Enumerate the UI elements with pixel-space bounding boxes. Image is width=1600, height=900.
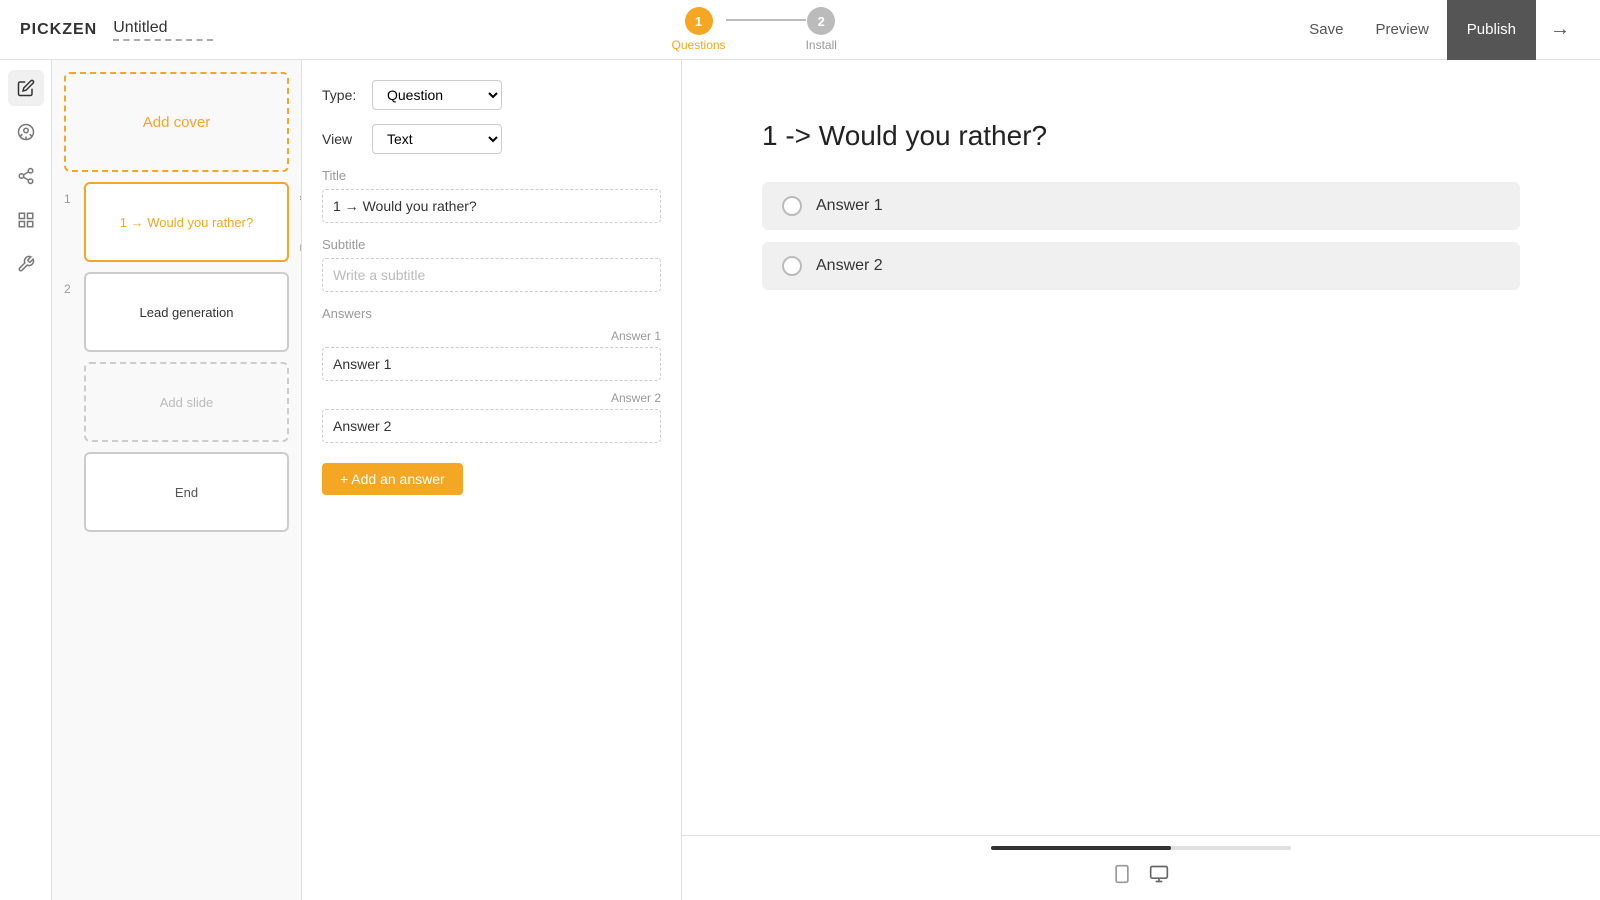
save-button[interactable]: Save <box>1295 15 1357 44</box>
editor-panel: Type: Question Lead form Result View Tex… <box>302 60 682 900</box>
slide1-number: 1 <box>64 182 78 206</box>
left-toolbar <box>0 60 52 900</box>
add-cover-button[interactable]: Add cover <box>64 72 289 172</box>
preview-answer1[interactable]: Answer 1 <box>762 182 1520 230</box>
answer2-label: Answer 2 <box>322 391 661 405</box>
step1-circle: 1 <box>685 7 713 35</box>
edit-icon[interactable] <box>8 70 44 106</box>
step-install[interactable]: 2 Install <box>806 7 837 52</box>
answer1-input[interactable] <box>322 347 661 381</box>
mobile-icon[interactable] <box>1112 864 1132 890</box>
share-icon[interactable] <box>8 158 44 194</box>
wrench-icon[interactable] <box>8 246 44 282</box>
end-slide[interactable]: End <box>84 452 289 532</box>
subtitle-section: Subtitle <box>322 237 661 292</box>
title-field-label: Title <box>322 168 661 183</box>
add-answer-button[interactable]: + Add an answer <box>322 463 463 495</box>
title-section: Title <box>322 168 661 223</box>
slide2-wrapper: 2 Lead generation <box>64 272 289 352</box>
answers-section: Answers Answer 1 Answer 2 + Add an answe… <box>322 306 661 495</box>
view-label: View <box>322 131 362 147</box>
type-row: Type: Question Lead form Result <box>322 80 661 110</box>
type-label: Type: <box>322 87 362 103</box>
preview-radio1 <box>782 196 802 216</box>
subtitle-input[interactable] <box>322 258 661 292</box>
subtitle-field-label: Subtitle <box>322 237 661 252</box>
slide2-text: Lead generation <box>140 305 234 320</box>
answer2-group: Answer 2 <box>322 391 661 443</box>
header: PICKZEN Untitled 1 Questions 2 Install S… <box>0 0 1600 60</box>
export-button[interactable]: → <box>1540 12 1580 47</box>
preview-answer1-text: Answer 1 <box>816 197 883 215</box>
preview-button[interactable]: Preview <box>1361 15 1442 44</box>
slide1-item[interactable]: 1 → Would you rather? ⚙ ✕ ⧉ <box>84 182 289 262</box>
view-row: View Text Image Button <box>322 124 661 154</box>
progress-track <box>991 846 1291 850</box>
preview-answer2-text: Answer 2 <box>816 257 883 275</box>
logo: PICKZEN <box>20 21 97 39</box>
answer2-input[interactable] <box>322 409 661 443</box>
type-select[interactable]: Question Lead form Result <box>372 80 502 110</box>
slide1-text: 1 → Would you rather? <box>120 215 253 230</box>
preview-question-title: 1 -> Would you rather? <box>762 120 1520 152</box>
header-actions: Save Preview Publish → <box>1295 0 1580 60</box>
grid-icon[interactable] <box>8 202 44 238</box>
answer1-label: Answer 1 <box>322 329 661 343</box>
slide1-wrapper: 1 1 → Would you rather? ⚙ ✕ ⧉ <box>64 182 289 262</box>
progress-bar <box>991 846 1291 850</box>
preview-footer <box>682 835 1600 900</box>
step-questions[interactable]: 1 Questions <box>672 7 726 52</box>
add-slide-button[interactable]: Add slide <box>84 362 289 442</box>
device-switcher <box>1112 864 1170 890</box>
preview-content: 1 -> Would you rather? Answer 1 Answer 2 <box>682 60 1600 835</box>
step2-circle: 2 <box>807 7 835 35</box>
answers-label: Answers <box>322 306 661 321</box>
slide2-item[interactable]: Lead generation <box>84 272 289 352</box>
slide-panel: Add cover 1 1 → Would you rather? ⚙ ✕ ⧉ … <box>52 60 302 900</box>
step1-label: Questions <box>672 38 726 52</box>
answer1-group: Answer 1 <box>322 329 661 381</box>
step-connector <box>726 19 806 21</box>
desktop-icon[interactable] <box>1148 864 1170 890</box>
view-select[interactable]: Text Image Button <box>372 124 502 154</box>
document-title[interactable]: Untitled <box>113 19 213 41</box>
preview-radio2 <box>782 256 802 276</box>
title-input[interactable] <box>322 189 661 223</box>
stepper: 1 Questions 2 Install <box>213 7 1295 52</box>
preview-answer2[interactable]: Answer 2 <box>762 242 1520 290</box>
publish-button[interactable]: Publish <box>1447 0 1536 60</box>
preview-panel: 1 -> Would you rather? Answer 1 Answer 2 <box>682 60 1600 900</box>
palette-icon[interactable] <box>8 114 44 150</box>
progress-fill <box>991 846 1171 850</box>
step2-label: Install <box>806 38 837 52</box>
slide2-number: 2 <box>64 272 78 296</box>
main-content: Add cover 1 1 → Would you rather? ⚙ ✕ ⧉ … <box>0 60 1600 900</box>
